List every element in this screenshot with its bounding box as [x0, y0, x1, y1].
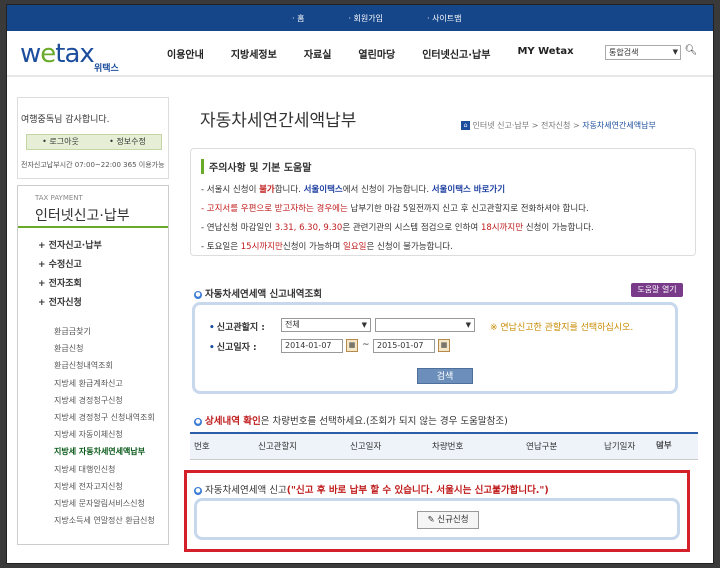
- nav-local-tax-info[interactable]: 지방세정보: [231, 46, 277, 61]
- sidebar-title: 인터넷신고·납부: [35, 208, 130, 224]
- col-header: 연납구분: [526, 442, 558, 452]
- notice-line: - 연납신청 마감일인 3.31, 6.30, 9.30은 관련기관의 시스템 …: [201, 223, 594, 233]
- bullet-icon: ●: [194, 290, 202, 299]
- office-select[interactable]: 전체 ▼: [281, 318, 371, 332]
- chevron-down-icon: ▼: [361, 321, 367, 329]
- notice-line: - 서울시 신청이 불가합니다. 서울이택스에서 신청이 가능합니다. 서울이택…: [201, 185, 506, 195]
- login-box: 여행중독님 감사합니다. • 로그아웃 • 정보수정 전자신고납부시간 07:0…: [17, 97, 169, 179]
- service-hours: 전자신고납부시간 07:00~22:00 365 이용가능: [21, 161, 165, 169]
- sidebar-sub-item[interactable]: 지방세 자동이체신청: [44, 429, 166, 446]
- sidebar-sub-item[interactable]: 지방세 문자알림서비스신청: [44, 498, 166, 515]
- sidebar-sub-item[interactable]: 지방세 전자고지신청: [44, 481, 166, 498]
- breadcrumb: ⌂ 인터넷 신고·납부 > 전자신청 > 자동차세연간세액납부: [461, 120, 656, 131]
- col-header: 신고관할지: [258, 442, 298, 452]
- nav-my-wetax[interactable]: MY Wetax: [517, 46, 573, 61]
- search-button[interactable]: 검색: [417, 368, 473, 384]
- top-link-sitemap[interactable]: · 사이트맵: [427, 13, 462, 24]
- search-scope-value: 통합검색: [609, 48, 639, 57]
- nav-guide[interactable]: 이용안내: [167, 46, 204, 61]
- logout-button[interactable]: • 로그아웃: [27, 135, 94, 149]
- office-sub-select[interactable]: ▼: [375, 318, 475, 332]
- greeting: 여행중독님 감사합니다.: [21, 115, 110, 125]
- date-from-input[interactable]: 2014-01-07: [281, 339, 343, 353]
- sidebar-item-e-inquiry[interactable]: + 전자조회: [18, 276, 168, 295]
- bullet-icon: ●: [194, 486, 202, 495]
- new-report-highlight: ● 자동차세연세액 신고("신고 후 바로 납부 할 수 있습니다. 서울시는 신…: [184, 470, 690, 552]
- main-nav: 이용안내 지방세정보 자료실 열린마당 인터넷신고·납부 MY Wetax: [167, 46, 601, 61]
- sidebar-sub-item[interactable]: 환급신청: [44, 343, 166, 360]
- top-link-join[interactable]: · 회원가입: [348, 13, 383, 24]
- seoul-etax-link[interactable]: 서울이택스 바로가기: [432, 185, 505, 195]
- nav-library[interactable]: 자료실: [304, 46, 332, 61]
- date-label: • 신고일자 :: [209, 343, 257, 353]
- sidebar-item-e-report[interactable]: + 전자신고·납부: [18, 238, 168, 257]
- calendar-icon[interactable]: ▦: [346, 339, 358, 352]
- breadcrumb-item[interactable]: 인터넷 신고·납부: [473, 121, 530, 130]
- sidebar-sub-item[interactable]: 환급금찾기: [44, 326, 166, 343]
- edit-profile-button[interactable]: • 정보수정: [94, 135, 161, 149]
- col-header: 신고일자: [350, 442, 382, 452]
- sidebar-item-amend[interactable]: + 수정신고: [18, 257, 168, 276]
- nav-internet-report[interactable]: 인터넷신고·납부: [422, 46, 490, 61]
- inquiry-title: ● 자동차세연세액 신고내역조회: [194, 289, 322, 300]
- sidebar-sub-item[interactable]: 지방소득세 연말정산 환급신청: [44, 515, 166, 532]
- new-report-box: ✎ 신규신청: [194, 498, 680, 540]
- page-title: 자동차세연간세액납부: [200, 111, 357, 131]
- sidebar-en-title: TAX PAYMENT: [35, 194, 83, 202]
- sidebar-sub-item[interactable]: 지방세 대행인신청: [44, 464, 166, 481]
- sidebar-sub-item[interactable]: 지방세 경정청구 신청내역조회: [44, 412, 166, 429]
- search-scope-select[interactable]: 통합검색 ▼: [605, 45, 681, 60]
- sidebar-sub-item[interactable]: 지방세 환급계좌신고: [44, 378, 166, 395]
- date-to-input[interactable]: 2015-01-07: [373, 339, 435, 353]
- top-link-home[interactable]: · 홈: [292, 13, 304, 24]
- logo-text: wetax: [20, 39, 95, 69]
- office-hint: ※ 연납신고한 관할지를 선택하십시오.: [490, 323, 634, 333]
- breadcrumb-current: 자동차세연간세액납부: [582, 121, 656, 130]
- sidebar-sub-item[interactable]: 지방세 경정청구신청: [44, 395, 166, 412]
- sidebar-sub-item[interactable]: 환급신청내역조회: [44, 360, 166, 377]
- new-application-button[interactable]: ✎ 신규신청: [417, 511, 479, 529]
- notice-box: 주의사항 및 기본 도움말 - 서울시 신청이 불가합니다. 서울이택스에서 신…: [190, 148, 696, 256]
- search-icon[interactable]: 🔍︎: [683, 45, 699, 60]
- wetax-logo[interactable]: wetax 위택스: [20, 39, 140, 74]
- col-header: 차량번호: [432, 442, 464, 452]
- notice-line: - 토요일은 15시까지만신청이 가능하며 일요일은 신청이 불가능합니다.: [201, 242, 453, 252]
- inquiry-form: • 신고관할지 : 전체 ▼ ▼ ※ 연납신고한 관할지를 선택하십시오. • 신고일…: [192, 302, 678, 394]
- date-range-separator: ~: [362, 340, 370, 350]
- chevron-down-icon: ▼: [672, 48, 678, 56]
- col-header: 납기일자: [604, 442, 636, 452]
- header-divider: [7, 75, 713, 77]
- sidebar-sub-item-active[interactable]: 지방세 자동차세연세액납부: [44, 446, 166, 463]
- calendar-icon[interactable]: ▦: [438, 339, 450, 352]
- sidebar-item-e-apply[interactable]: + 전자신청: [18, 295, 168, 314]
- office-label: • 신고관할지 :: [209, 323, 265, 333]
- logo-sub: 위택스: [94, 64, 119, 74]
- col-header: 번호: [194, 442, 210, 452]
- nav-open-forum[interactable]: 열린마당: [358, 46, 395, 61]
- new-report-title: ● 자동차세연세액 신고("신고 후 바로 납부 할 수 있습니다. 서울시는 신…: [194, 485, 549, 496]
- bullet-icon: ●: [194, 417, 202, 426]
- detail-title: ● 상세내역 확인은 차량번호를 선택하세요.(조회가 되지 않는 경우 도움말참…: [194, 416, 508, 427]
- breadcrumb-item[interactable]: 전자신청: [541, 121, 570, 130]
- chevron-down-icon: ▼: [465, 321, 471, 329]
- notice-line: - 고지서를 우편으로 받고자하는 경우에는 납부기한 마감 5일전까지 신고 …: [201, 204, 589, 214]
- notice-title: 주의사항 및 기본 도움말: [201, 159, 311, 174]
- result-table-header: 번호 신고관할지 신고일자 차량번호 연납구분 납기일자 납부 여부: [190, 432, 698, 460]
- home-icon[interactable]: ⌂: [461, 121, 470, 130]
- browser-page: · 홈 · 회원가입 · 사이트맵 wetax 위택스 이용안내 지방세정보 자…: [6, 4, 714, 564]
- sidebar: TAX PAYMENT 인터넷신고·납부 + 전자신고·납부 + 수정신고 + …: [17, 185, 169, 545]
- help-open-button[interactable]: 도움말 열기: [631, 283, 683, 297]
- top-bar: · 홈 · 회원가입 · 사이트맵: [7, 5, 713, 31]
- edit-icon: ✎: [427, 515, 435, 525]
